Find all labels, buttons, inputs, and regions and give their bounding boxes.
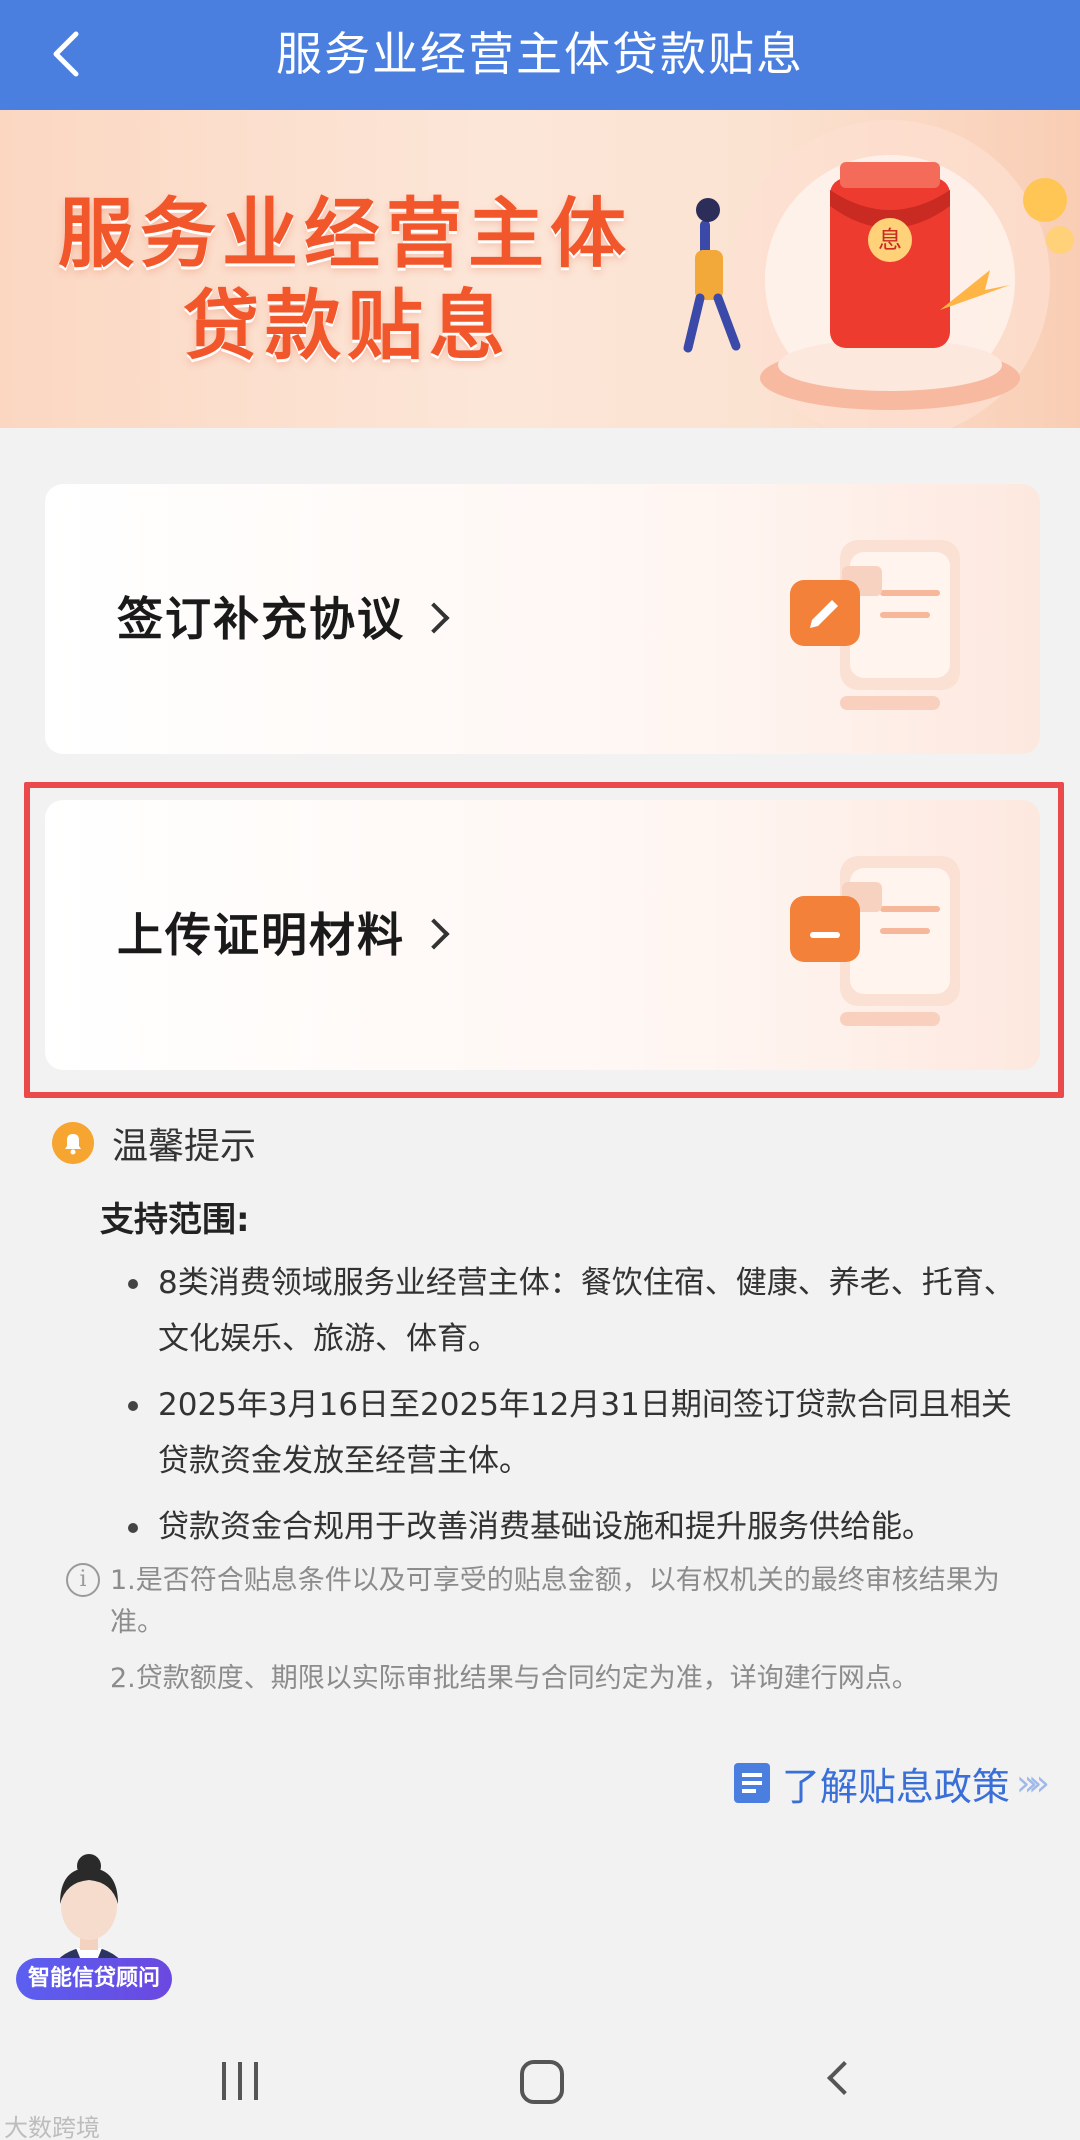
system-navigation-bar bbox=[0, 2040, 1080, 2140]
sign-supplementary-agreement-card[interactable]: 签订补充协议 bbox=[45, 484, 1040, 754]
watermark-logo: 大数跨境 bbox=[4, 2114, 100, 2140]
learn-policy-link[interactable]: 了解贴息政策 »» bbox=[733, 1755, 1050, 1811]
document-icon bbox=[733, 1763, 770, 1803]
scope-list: 8类消费领域服务业经营主体：餐饮住宿、健康、养老、托育、文化娱乐、旅游、体育。 … bbox=[128, 1255, 1018, 1565]
edit-document-icon bbox=[790, 540, 960, 710]
list-item: 贷款资金合规用于改善消费基础设施和提升服务供给能。 bbox=[128, 1499, 1018, 1555]
recents-icon[interactable] bbox=[220, 2062, 260, 2100]
highlight-frame bbox=[24, 782, 1064, 1098]
smart-credit-advisor-button[interactable]: 智能信贷顾问 bbox=[16, 1958, 173, 2000]
double-chevron-right-icon: »» bbox=[1015, 1762, 1050, 1804]
banner-title-line2: 贷款贴息 bbox=[183, 281, 511, 370]
svg-text:息: 息 bbox=[878, 226, 902, 254]
bell-icon bbox=[52, 1122, 94, 1164]
banner-title: 服务业经营主体 贷款贴息 bbox=[58, 188, 632, 372]
tips-title: 温馨提示 bbox=[112, 1126, 257, 1167]
sign-agreement-label: 签订补充协议 bbox=[117, 589, 450, 649]
home-icon[interactable] bbox=[520, 2060, 564, 2104]
banner-title-line1: 服务业经营主体 bbox=[58, 189, 632, 278]
promo-banner: 服务业经营主体 贷款贴息 息 bbox=[0, 110, 1080, 428]
top-app-bar: 服务业经营主体贷款贴息 bbox=[0, 0, 1080, 110]
note-text: 1.是否符合贴息条件以及可享受的贴息金额，以有权机关的最终审核结果为准。 bbox=[110, 1565, 1000, 1638]
tips-header: 温馨提示 bbox=[52, 1118, 256, 1168]
page-title: 服务业经营主体贷款贴息 bbox=[276, 27, 804, 81]
info-icon: i bbox=[66, 1563, 100, 1597]
red-envelope-illustration: 息 bbox=[683, 120, 1074, 428]
list-item: 8类消费领域服务业经营主体：餐饮住宿、健康、养老、托育、文化娱乐、旅游、体育。 bbox=[128, 1255, 1018, 1367]
list-item: 2025年3月16日至2025年12月31日期间签订贷款合同且相关贷款资金发放至… bbox=[128, 1377, 1018, 1489]
scope-title: 支持范围: bbox=[100, 1200, 250, 1240]
chevron-right-icon bbox=[418, 602, 450, 634]
note-text: 2.贷款额度、期限以实际审批结果与合同约定为准，详询建行网点。 bbox=[110, 1663, 919, 1694]
policy-link-label: 了解贴息政策 bbox=[781, 1764, 1010, 1809]
back-icon[interactable] bbox=[827, 2061, 861, 2095]
